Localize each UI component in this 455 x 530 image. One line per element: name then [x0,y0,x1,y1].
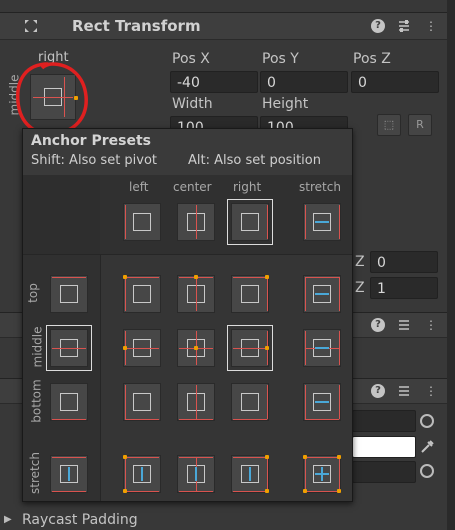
preset-bottom-right[interactable] [231,383,269,421]
preset-top-center[interactable] [177,275,215,313]
anchor-presets-popup: Anchor Presets Shift: Also set pivot Alt… [22,128,353,502]
more-icon-3[interactable]: ⋮ [424,384,438,398]
row-bottom-label: bottom [29,379,44,423]
preset-bottom-left[interactable] [123,383,161,421]
object-picker-icon-1[interactable] [420,414,434,428]
shift-hint: Shift: Also set pivot [31,153,158,168]
component-header[interactable]: Rect Transform ? ⋮ [0,12,447,40]
z-label-1: Z [355,254,365,270]
preset-v-top[interactable] [50,275,88,313]
row-middle-label: middle [30,326,45,368]
object-picker-icon-2[interactable] [420,464,434,478]
col-stretch-label: stretch [299,180,341,194]
blueprint-mode-button[interactable]: ⬚ [377,114,401,136]
width-label: Width [172,96,213,112]
preset-middle-right[interactable] [227,325,273,371]
height-label: Height [262,96,309,112]
z-field-1[interactable]: 0 [370,251,438,273]
raycast-foldout-arrow[interactable]: ▶ [4,514,12,525]
pos-x-field[interactable]: -40 [170,71,258,93]
col-right-label: right [233,180,262,194]
preset-v-bottom[interactable] [50,383,88,421]
raycast-padding-label: Raycast Padding [22,512,138,528]
col-left-label: left [129,180,149,194]
popup-title: Anchor Presets [31,133,151,149]
help-icon[interactable]: ? [371,19,385,33]
more-icon-2[interactable]: ⋮ [424,318,438,332]
presets-icon[interactable] [397,19,411,33]
expand-arrows-icon[interactable] [24,19,38,33]
preset-bottom-center[interactable] [177,383,215,421]
preset-h-stretch[interactable] [303,203,341,241]
preset-top-right[interactable] [231,275,269,313]
presets-icon-2[interactable] [397,318,411,332]
alt-hint: Alt: Also set position [188,153,321,168]
color-field[interactable] [352,436,416,458]
preset-middle-left[interactable] [123,329,161,367]
help-icon-2[interactable]: ? [371,318,385,332]
pos-z-label: Pos Z [353,51,391,67]
preset-h-right[interactable] [227,199,273,245]
scrollbar[interactable] [447,0,455,530]
row-top-label: top [25,283,40,303]
preset-v-stretch[interactable] [50,455,88,493]
preset-bottom-stretch[interactable] [303,383,341,421]
preset-top-stretch[interactable] [303,275,341,313]
preset-stretch-stretch[interactable] [303,455,341,493]
preset-h-center[interactable] [177,203,215,241]
preset-middle-center[interactable] [177,329,215,367]
preset-middle-stretch[interactable] [303,329,341,367]
preset-stretch-right[interactable] [231,455,269,493]
preset-v-middle[interactable] [46,325,92,371]
presets-icon-3[interactable] [397,384,411,398]
object-field-2[interactable] [352,461,416,483]
component-title: Rect Transform [72,17,201,35]
object-field-1[interactable] [352,410,416,432]
pos-z-field[interactable]: 0 [351,71,439,93]
preset-stretch-left[interactable] [123,455,161,493]
popup-header: Anchor Presets Shift: Also set pivot Alt… [23,129,352,175]
more-icon[interactable]: ⋮ [424,19,438,33]
preset-stretch-center[interactable] [177,455,215,493]
pos-y-field[interactable]: 0 [260,71,348,93]
pos-x-label: Pos X [172,51,210,67]
preset-h-left[interactable] [123,203,161,241]
eyedropper-icon[interactable] [420,440,434,454]
z-field-2[interactable]: 1 [370,277,438,299]
z-label-2: Z [355,280,365,296]
help-icon-3[interactable]: ? [371,384,385,398]
grid-corner [23,175,101,255]
row-stretch-label: stretch [27,452,42,494]
col-center-label: center [173,180,212,194]
preset-top-left[interactable] [123,275,161,313]
pos-y-label: Pos Y [262,51,299,67]
raw-edit-button[interactable]: R [408,114,432,136]
